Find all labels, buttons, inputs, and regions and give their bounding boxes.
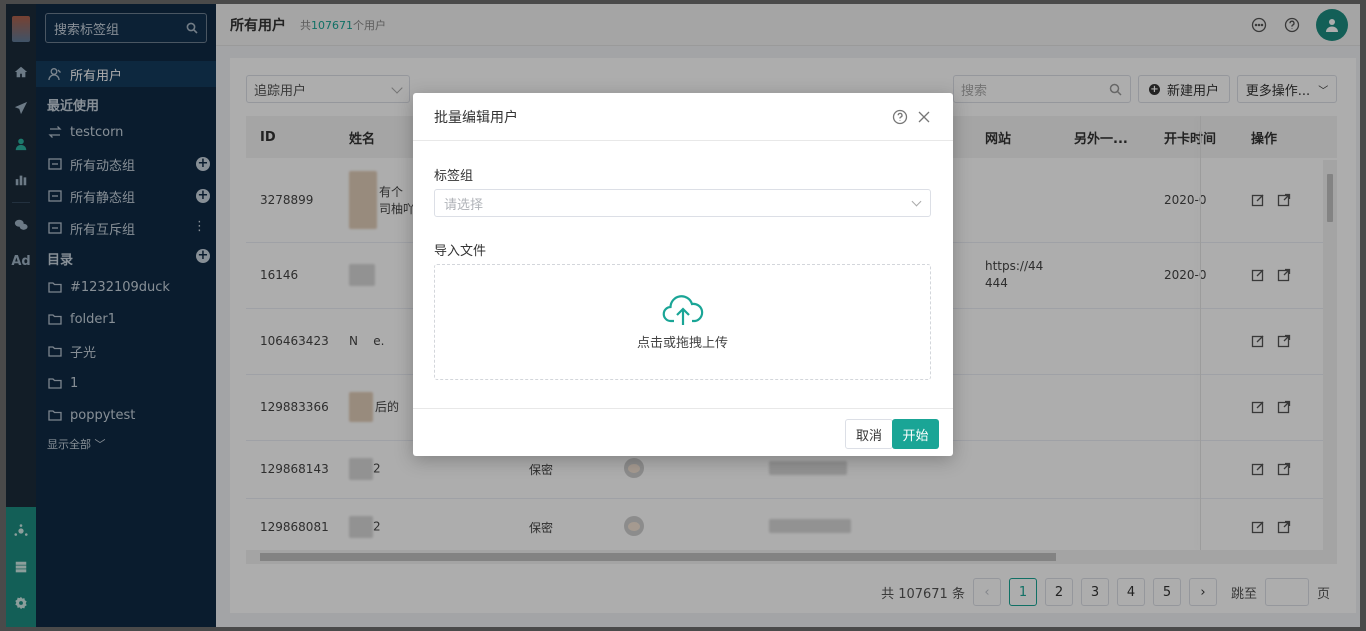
modal-footer: 取消 开始 — [413, 408, 953, 456]
upload-hint: 点击或拖拽上传 — [636, 335, 728, 351]
tag-group-select[interactable]: 请选择 — [434, 189, 931, 217]
help-icon[interactable] — [892, 109, 908, 125]
app-window: Ad 搜索标签组 所有用户 最近使用 testcorn 所有动态组 + 所有静态… — [0, 0, 1366, 631]
file-upload-dropzone[interactable]: 点击或拖拽上传 — [434, 264, 931, 380]
cancel-button[interactable]: 取消 — [845, 419, 893, 449]
modal-header: 批量编辑用户 — [413, 93, 953, 141]
cloud-upload-icon — [662, 294, 703, 325]
close-icon[interactable] — [916, 109, 932, 125]
start-button[interactable]: 开始 — [892, 419, 939, 449]
tag-group-label: 标签组 — [434, 169, 474, 184]
chevron-down-icon — [911, 196, 922, 207]
import-file-label: 导入文件 — [434, 244, 487, 259]
tag-group-placeholder: 请选择 — [444, 197, 484, 213]
batch-edit-modal: 批量编辑用户 标签组 请选择 导入文件 点击或拖拽上传 取消 开始 — [413, 93, 953, 456]
modal-title: 批量编辑用户 — [434, 109, 518, 126]
